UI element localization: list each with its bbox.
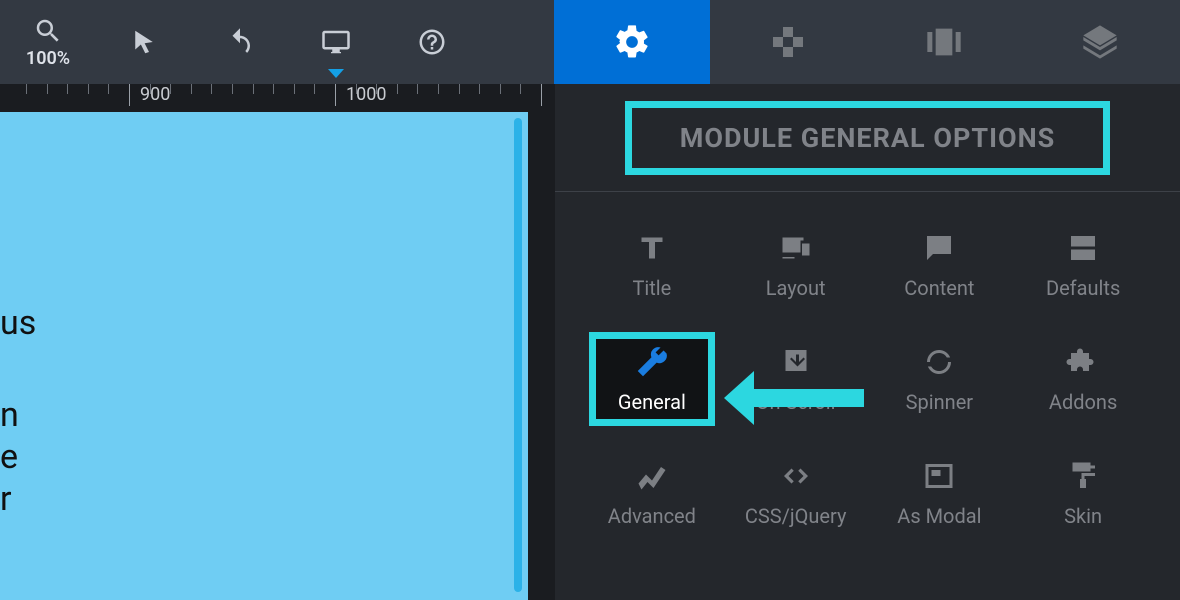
panel-header-highlight: MODULE GENERAL OPTIONS [625,101,1111,175]
canvas-text-fragment: e [0,436,18,479]
ruler-tick [108,84,109,94]
top-toolbar: 100% [0,0,1180,84]
undo-tool[interactable] [192,0,288,84]
tab-layers[interactable] [1022,0,1178,84]
tab-slides[interactable] [866,0,1022,84]
option-label: On Scroll [756,390,836,414]
options-panel: MODULE GENERAL OPTIONS Title Layout Cont… [555,84,1180,600]
option-label: General [618,390,686,414]
ruler-tick [520,84,521,94]
ruler-tick-major [335,84,336,106]
option-layout[interactable]: Layout [733,218,859,312]
cursor-tool[interactable] [96,0,192,84]
option-label: Spinner [906,390,973,414]
ruler-tick [67,84,68,94]
option-label: Title [632,276,671,300]
option-title[interactable]: Title [589,218,715,312]
option-css-jquery[interactable]: CSS/jQuery [733,446,859,540]
canvas-text-fragment: r [0,478,12,521]
app-root: 100% 900 1000 [0,0,1180,600]
ruler-tick [211,84,212,94]
cursor-icon [129,27,159,57]
help-icon [417,27,447,57]
option-label: Layout [766,276,826,300]
ruler-tick [314,84,315,94]
ruler-tick [294,84,295,94]
wrench-icon [634,344,670,380]
ruler: 900 1000 // small ticks filled later by … [0,84,555,112]
option-content[interactable]: Content [877,218,1003,312]
option-defaults[interactable]: Defaults [1020,218,1146,312]
ruler-tick [273,84,274,94]
option-label: As Modal [897,504,981,528]
option-label: Advanced [608,504,696,528]
ruler-tick [479,84,480,94]
ruler-tick [417,84,418,94]
panel-header-wrap: MODULE GENERAL OPTIONS [555,84,1180,192]
zoom-tool[interactable]: 100% [0,0,96,84]
ruler-tick [191,84,192,94]
ruler-tick [376,84,377,94]
tab-settings[interactable] [554,0,710,84]
canvas-scrollbar[interactable] [514,118,522,592]
option-on-scroll[interactable]: On Scroll [733,332,859,426]
download-icon [778,344,814,380]
code-icon [778,458,814,494]
search-icon [33,16,63,46]
gear-icon [612,22,652,62]
options-grid: Title Layout Content Defaults General On [555,192,1180,540]
option-general[interactable]: General [589,332,715,426]
devices-icon [778,230,814,266]
modal-icon [921,458,957,494]
option-label: Defaults [1046,276,1120,300]
chat-icon [921,230,957,266]
ruler-tick [356,84,357,94]
undo-icon [225,27,255,57]
paint-roller-icon [1065,458,1101,494]
ruler-tick [150,84,151,94]
editor-canvas[interactable]: us n e r [0,112,528,600]
ruler-tick-major [129,84,130,106]
layers-icon [1080,22,1120,62]
ruler-tick-major [541,84,542,106]
ruler-tick [253,84,254,94]
help-tool[interactable] [384,0,480,84]
tab-navigation[interactable] [710,0,866,84]
option-label: Skin [1064,504,1102,528]
ruler-tick [232,84,233,94]
option-spinner[interactable]: Spinner [877,332,1003,426]
zoom-level-label: 100% [26,48,70,69]
ruler-tick [47,84,48,94]
option-advanced[interactable]: Advanced [589,446,715,540]
ruler-tick [88,84,89,94]
panel-title: MODULE GENERAL OPTIONS [680,122,1056,154]
option-label: Content [904,276,974,300]
ruler-label-900: 900 [140,84,170,105]
canvas-text-fragment: n [0,394,19,437]
refresh-icon [921,344,957,380]
ruler-tick [26,84,27,94]
timeline-icon [634,458,670,494]
ruler-tick [500,84,501,94]
ruler-tick [397,84,398,94]
carousel-icon [924,22,964,62]
option-skin[interactable]: Skin [1020,446,1146,540]
toolbar-spacer [480,0,554,84]
ruler-tick [459,84,460,94]
option-as-modal[interactable]: As Modal [877,446,1003,540]
ruler-tick [438,84,439,94]
puzzle-icon [1065,344,1101,380]
viewport-tool[interactable] [288,0,384,84]
server-icon [1065,230,1101,266]
option-label: CSS/jQuery [745,504,847,528]
dpad-icon [768,22,808,62]
option-label: Addons [1049,390,1117,414]
text-icon [634,230,670,266]
ruler-tick [170,84,171,94]
canvas-text-fragment: us [0,302,36,345]
desktop-icon [321,27,351,57]
option-addons[interactable]: Addons [1020,332,1146,426]
ruler-label-1000: 1000 [346,84,386,105]
dropdown-caret-icon [328,69,344,78]
